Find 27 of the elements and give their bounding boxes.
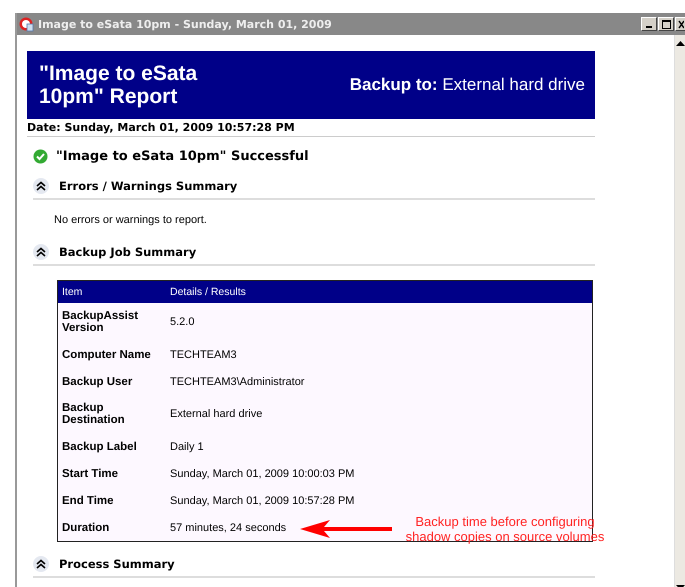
table-cell: TECHTEAM3 — [170, 348, 237, 360]
table-cell: TECHTEAM3\Administrator — [170, 376, 304, 388]
table-cell: 57 minutes, 24 seconds — [170, 522, 286, 534]
section-heading: Backup Job Summary — [59, 245, 196, 259]
section-heading: Process Summary — [59, 557, 175, 571]
table-cell: End Time — [62, 494, 114, 506]
table-cell: BackupAssist Version — [62, 310, 138, 334]
column-header: Item — [58, 280, 166, 303]
table-cell: Start Time — [62, 468, 118, 480]
table-cell: 5.2.0 — [170, 316, 194, 328]
table-cell: Sunday, March 01, 2009 10:00:03 PM — [170, 468, 354, 480]
table-cell: External hard drive — [170, 408, 262, 420]
section-heading: Errors / Warnings Summary — [59, 179, 238, 193]
column-header: Details / Results — [166, 280, 592, 303]
table-cell: Computer Name — [62, 348, 151, 360]
report-title: "Image to eSata 10pm" Report — [39, 62, 198, 108]
table-cell: Backup Destination — [62, 402, 125, 426]
table-cell: Backup Label — [62, 440, 137, 452]
section-text: No errors or warnings to report. — [54, 214, 208, 226]
report-date: Date: Sunday, March 01, 2009 10:57:28 PM — [27, 119, 595, 137]
status-message: "Image to eSata 10pm" Successful — [56, 149, 309, 164]
window-title: Image to eSata 10pm - Sunday, March 01, 2009 — [38, 18, 332, 30]
table-cell: Sunday, March 01, 2009 10:57:28 PM — [170, 494, 354, 506]
backup-destination: Backup to: External hard drive — [350, 75, 585, 95]
table-cell: Daily 1 — [170, 440, 204, 452]
table-cell: Duration — [62, 522, 110, 534]
table-cell: Backup User — [62, 376, 132, 388]
